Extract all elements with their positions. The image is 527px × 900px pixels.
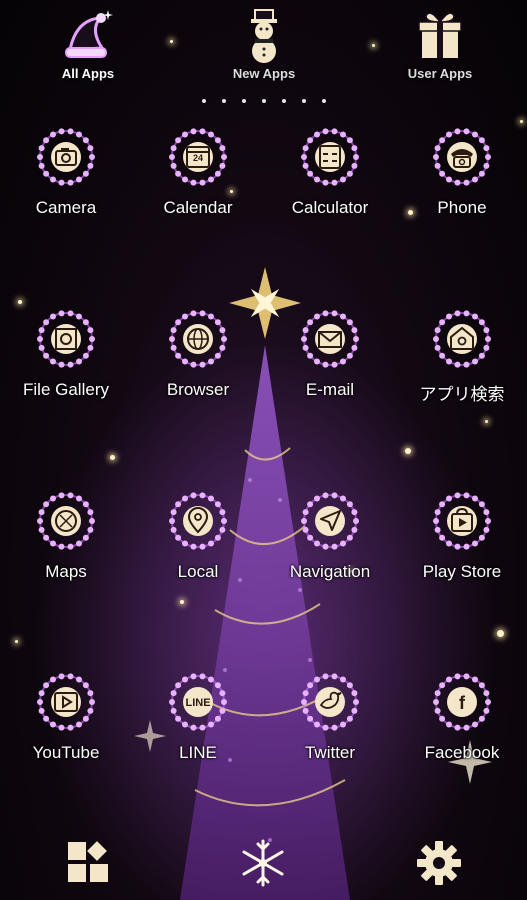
tab-label: All Apps [61, 66, 115, 81]
facebook-icon: f [432, 672, 492, 732]
tab-new-apps[interactable]: New Apps [204, 6, 324, 86]
camera-icon [36, 127, 96, 187]
app-label: LINE [179, 743, 217, 762]
app-file-gallery[interactable]: File Gallery [0, 309, 132, 419]
page-dot [201, 99, 206, 103]
phone-icon [432, 127, 492, 187]
tab-label: User Apps [407, 66, 473, 81]
app-label: Calculator [291, 198, 369, 217]
app-navigation[interactable]: Navigation [264, 491, 396, 601]
app-label: アプリ検索 [419, 385, 505, 404]
theme-button[interactable] [238, 838, 288, 888]
mail-icon [300, 309, 360, 369]
app-label: Phone [437, 198, 487, 217]
app-local[interactable]: Local [132, 491, 264, 601]
app-label: Navigation [289, 562, 371, 581]
app-facebook[interactable]: f Facebook [396, 672, 527, 782]
app-play-store[interactable]: Play Store [396, 491, 527, 601]
app-calculator[interactable]: Calculator [264, 127, 396, 237]
app-calendar[interactable]: 24 Calendar [132, 127, 264, 237]
twitter-bird-icon [300, 672, 360, 732]
app-label: Play Store [422, 562, 502, 581]
tab-user-apps[interactable]: User Apps [380, 6, 500, 86]
gift-icon [410, 6, 470, 64]
app-app-search[interactable]: アプリ検索 [396, 309, 527, 419]
globe-icon [168, 309, 228, 369]
play-store-icon [432, 491, 492, 551]
app-twitter[interactable]: Twitter [264, 672, 396, 782]
app-e-mail[interactable]: E-mail [264, 309, 396, 419]
app-label: Camera [35, 198, 97, 217]
snowman-icon [234, 6, 294, 64]
app-camera[interactable]: Camera [0, 127, 132, 237]
calculator-icon [300, 127, 360, 187]
widgets-button[interactable] [64, 838, 114, 888]
app-youtube[interactable]: YouTube [0, 672, 132, 782]
app-label: Facebook [424, 743, 500, 762]
app-maps[interactable]: Maps [0, 491, 132, 601]
app-label: Twitter [304, 743, 356, 762]
app-label: Local [177, 562, 219, 581]
app-label: Maps [45, 562, 87, 581]
app-label: Calendar [163, 198, 233, 217]
page-dot [241, 99, 246, 103]
app-line[interactable]: LINE LINE [132, 672, 264, 782]
gallery-icon [36, 309, 96, 369]
app-category-tabs: All Apps New Apps User Apps [0, 0, 527, 90]
bottom-bar [0, 820, 527, 900]
navigation-arrow-icon [300, 491, 360, 551]
santa-hat-icon [58, 6, 118, 64]
location-pin-icon [168, 491, 228, 551]
icon-text: 24 [193, 153, 203, 163]
widgets-icon [68, 841, 108, 882]
app-label: Browser [166, 380, 230, 399]
page-dot [281, 99, 286, 103]
app-phone[interactable]: Phone [396, 127, 527, 237]
tab-all-apps[interactable]: All Apps [28, 6, 148, 86]
map-icon [36, 491, 96, 551]
app-label: E-mail [305, 380, 355, 399]
page-dot [321, 99, 326, 103]
snowflake-icon [242, 839, 284, 887]
app-label: YouTube [32, 743, 100, 762]
app-browser[interactable]: Browser [132, 309, 264, 419]
youtube-icon [36, 672, 96, 732]
page-indicator [0, 90, 527, 108]
icon-text: f [459, 693, 466, 713]
app-label: File Gallery [23, 380, 109, 399]
page-dot [301, 99, 306, 103]
page-dot [221, 99, 226, 103]
page-dot [261, 99, 266, 103]
app-search-icon [432, 309, 492, 369]
tab-label: New Apps [232, 66, 296, 81]
calendar-icon: 24 [168, 127, 228, 187]
settings-button[interactable] [414, 838, 464, 888]
gear-icon [417, 841, 461, 885]
icon-text: LINE [185, 697, 210, 709]
line-icon: LINE [168, 672, 228, 732]
